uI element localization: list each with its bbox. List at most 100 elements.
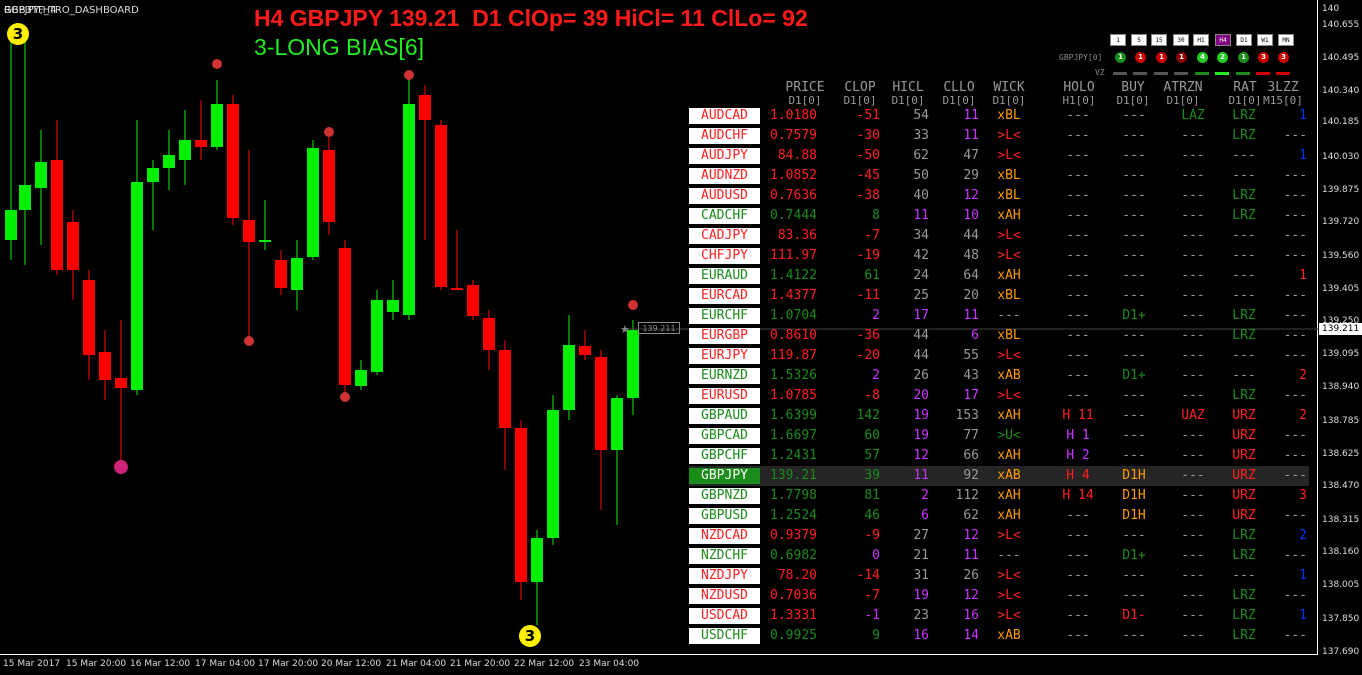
time-tick-label: 22 Mar 12:00 xyxy=(514,659,575,669)
dashboard-row-eurgbp[interactable]: EURGBP 0.8610 -36 44 6 xBL --- --- --- LRZ --- xyxy=(689,326,1309,346)
hicl-cell: 11 xyxy=(913,468,929,483)
buy-cell: D1H xyxy=(1122,488,1146,503)
holo-cell: --- xyxy=(1066,128,1090,143)
lzz-cell: --- xyxy=(1283,588,1307,603)
dashboard-row-gbpusd[interactable]: GBPUSD 1.2524 46 6 62 xAH --- D1H --- URZ --- xyxy=(689,506,1309,526)
pair-button[interactable]: EURNZD xyxy=(689,368,760,384)
price-tick-label: 137.690 xyxy=(1322,647,1360,657)
clop-cell: -50 xyxy=(856,148,880,163)
timeframe-button-h1[interactable]: H1 xyxy=(1193,34,1209,46)
dashboard-row-eurjpy[interactable]: EURJPY 119.87 -20 44 55 >L< --- --- --- --- --- xyxy=(689,346,1309,366)
dashboard-row-gbpaud[interactable]: GBPAUD 1.6399 142 19 153 xAH H 11 --- UAZ URZ 2 xyxy=(689,406,1309,426)
dashboard-row-eurchf[interactable]: EURCHF 1.0704 2 17 11 --- --- D1+ --- LRZ --- xyxy=(689,306,1309,326)
time-tick-label: 23 Mar 04:00 xyxy=(579,659,640,669)
timeframe-button-15[interactable]: 15 xyxy=(1151,34,1167,46)
pair-button[interactable]: AUDUSD xyxy=(689,188,760,204)
pair-button[interactable]: GBPUSD xyxy=(689,508,760,524)
timeframe-button-h4[interactable]: H4 xyxy=(1215,34,1231,46)
pair-button[interactable]: EURCHF xyxy=(689,308,760,324)
pair-button[interactable]: EURCAD xyxy=(689,288,760,304)
lzz-cell: --- xyxy=(1283,508,1307,523)
hicl-cell: 19 xyxy=(913,408,929,423)
candle-body xyxy=(531,538,543,582)
candle-body xyxy=(419,95,431,120)
star-marker-icon: ★ xyxy=(620,323,630,336)
pair-button[interactable]: AUDCHF xyxy=(689,128,760,144)
pair-button[interactable]: NZDCHF xyxy=(689,548,760,564)
atrzn-cell: --- xyxy=(1181,188,1205,203)
dashboard-row-nzdjpy[interactable]: NZDJPY 78.20 -14 31 26 >L< --- --- --- --- 1 xyxy=(689,566,1309,586)
candle-body xyxy=(211,104,223,147)
wick-cell: xAB xyxy=(997,468,1021,483)
dashboard-row-nzdcad[interactable]: NZDCAD 0.9379 -9 27 12 >L< --- --- --- LRZ 2 xyxy=(689,526,1309,546)
price-tick-label: 140.185 xyxy=(1322,117,1360,127)
wick-cell: xAH xyxy=(997,268,1021,283)
clop-cell: -19 xyxy=(856,248,880,263)
timeframe-button-w1[interactable]: W1 xyxy=(1257,34,1273,46)
pair-button[interactable]: NZDJPY xyxy=(689,568,760,584)
pair-button[interactable]: CADCHF xyxy=(689,208,760,224)
rat-cell: LRZ xyxy=(1232,128,1256,143)
clop-cell: 46 xyxy=(864,508,880,523)
dashboard-row-eurnzd[interactable]: EURNZD 1.5326 2 26 43 xAB --- D1+ --- --- 2 xyxy=(689,366,1309,386)
dashboard-row-usdcad[interactable]: USDCAD 1.3331 -1 23 16 >L< --- D1- --- LRZ 1 xyxy=(689,606,1309,626)
dashboard-row-audjpy[interactable]: AUDJPY 84.88 -50 62 47 >L< --- --- --- --- 1 xyxy=(689,146,1309,166)
trend-dot: 1 xyxy=(1135,52,1146,63)
clop-cell: -45 xyxy=(856,168,880,183)
dashboard-row-audchf[interactable]: AUDCHF 0.7579 -30 33 11 >L< --- --- --- LRZ --- xyxy=(689,126,1309,146)
pair-button[interactable]: GBPNZD xyxy=(689,488,760,504)
pair-button[interactable]: NZDCAD xyxy=(689,528,760,544)
candle-body xyxy=(467,285,479,316)
dashboard-row-gbpnzd[interactable]: GBPNZD 1.7798 81 2 112 xAH H 14 D1H --- URZ 3 xyxy=(689,486,1309,506)
timeframe-button-d1[interactable]: D1 xyxy=(1236,34,1252,46)
dashboard-row-cadchf[interactable]: CADCHF 0.7444 8 11 10 xAH --- --- --- LRZ --- xyxy=(689,206,1309,226)
pair-button[interactable]: EURJPY xyxy=(689,348,760,364)
dashboard-row-eurcad[interactable]: EURCAD 1.4377 -11 25 20 xBL --- --- --- --- --- xyxy=(689,286,1309,306)
timeframe-button-5[interactable]: 5 xyxy=(1131,34,1147,46)
dashboard-row-nzdusd[interactable]: NZDUSD 0.7036 -7 19 12 >L< --- --- --- LRZ --- xyxy=(689,586,1309,606)
timeframe-button-1[interactable]: 1 xyxy=(1110,34,1126,46)
dashboard-row-gbpcad[interactable]: GBPCAD 1.6697 60 19 77 >U< H 1 --- --- URZ --- xyxy=(689,426,1309,446)
pair-button[interactable]: NZDUSD xyxy=(689,588,760,604)
pair-button[interactable]: EURGBP xyxy=(689,328,760,344)
price-cell: 0.6982 xyxy=(770,548,817,563)
lzz-cell: --- xyxy=(1283,348,1307,363)
dashboard-row-nzdchf[interactable]: NZDCHF 0.6982 0 21 11 --- --- D1+ --- LRZ --- xyxy=(689,546,1309,566)
dashboard-row-gbpjpy[interactable]: GBPJPY 139.21 39 11 92 xAB H 4 D1H --- URZ --- xyxy=(689,466,1309,486)
candle-body xyxy=(147,168,159,182)
timeframe-button-30[interactable]: 30 xyxy=(1173,34,1189,46)
dashboard-row-usdchf[interactable]: USDCHF 0.9925 9 16 14 xAB --- --- --- LRZ --- xyxy=(689,626,1309,646)
pair-button[interactable]: AUDJPY xyxy=(689,148,760,164)
pair-button[interactable]: CHFJPY xyxy=(689,248,760,264)
pair-button[interactable]: USDCAD xyxy=(689,608,760,624)
candle-body xyxy=(595,357,607,450)
candle-body xyxy=(259,240,271,242)
dashboard-row-audusd[interactable]: AUDUSD 0.7636 -38 40 12 xBL --- --- --- LRZ --- xyxy=(689,186,1309,206)
candle-body xyxy=(611,398,623,450)
lzz-cell: --- xyxy=(1283,188,1307,203)
pair-button[interactable]: GBPCHF xyxy=(689,448,760,464)
pair-button[interactable]: AUDCAD xyxy=(689,108,760,124)
hicl-cell: 11 xyxy=(913,208,929,223)
wick-cell: xAH xyxy=(997,408,1021,423)
cllo-cell: 112 xyxy=(955,488,979,503)
pair-button[interactable]: GBPAUD xyxy=(689,408,760,424)
pair-button[interactable]: GBPCAD xyxy=(689,428,760,444)
buy-cell: --- xyxy=(1122,388,1146,403)
dashboard-row-chfjpy[interactable]: CHFJPY 111.97 -19 42 48 >L< --- --- --- --- --- xyxy=(689,246,1309,266)
timeframe-button-mn[interactable]: MN xyxy=(1278,34,1294,46)
pair-button[interactable]: AUDNZD xyxy=(689,168,760,184)
pair-button[interactable]: EURUSD xyxy=(689,388,760,404)
pair-button[interactable]: CADJPY xyxy=(689,228,760,244)
clop-cell: -51 xyxy=(856,108,880,123)
price-tick-label: 138.785 xyxy=(1322,416,1360,426)
dashboard-row-gbpchf[interactable]: GBPCHF 1.2431 57 12 66 xAH H 2 --- --- URZ --- xyxy=(689,446,1309,466)
dashboard-row-euraud[interactable]: EURAUD 1.4122 61 24 64 xAH --- --- --- --- 1 xyxy=(689,266,1309,286)
dashboard-row-cadjpy[interactable]: CADJPY 83.36 -7 34 44 >L< --- --- --- --- --- xyxy=(689,226,1309,246)
pair-button[interactable]: EURAUD xyxy=(689,268,760,284)
dashboard-row-audcad[interactable]: AUDCAD 1.0180 -51 54 11 xBL --- --- LAZ LRZ 1 xyxy=(689,106,1309,126)
pair-button[interactable]: USDCHF xyxy=(689,628,760,644)
dashboard-row-audnzd[interactable]: AUDNZD 1.0852 -45 50 29 xBL --- --- --- --- --- xyxy=(689,166,1309,186)
pair-button[interactable]: GBPJPY xyxy=(689,468,760,484)
dashboard-row-eurusd[interactable]: EURUSD 1.0785 -8 20 17 >L< --- --- --- LRZ --- xyxy=(689,386,1309,406)
